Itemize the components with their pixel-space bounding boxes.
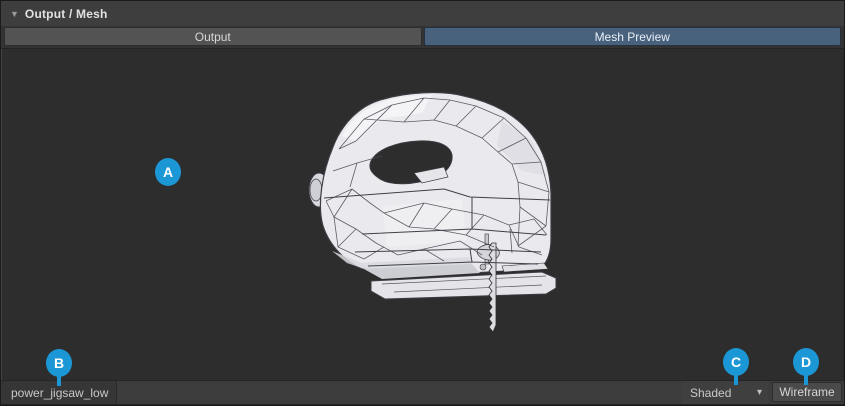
display-mode-value: Shaded (690, 386, 757, 400)
mesh-preview-viewport[interactable] (1, 49, 844, 380)
dropdown-arrow-icon: ▾ (757, 387, 762, 398)
jigsaw-mesh-render (302, 86, 562, 348)
wireframe-toggle-button[interactable]: Wireframe (772, 382, 842, 402)
foldout-triangle-icon[interactable]: ▼ (10, 10, 19, 19)
mesh-name-label: power_jigsaw_low (1, 381, 117, 404)
status-bar: power_jigsaw_low Shaded ▾ Wireframe (1, 380, 844, 404)
status-bar-spacer (117, 381, 682, 404)
panel-title: Output / Mesh (25, 7, 108, 21)
tab-output[interactable]: Output (4, 27, 422, 46)
panel-header[interactable]: ▼ Output / Mesh (1, 1, 844, 26)
display-mode-dropdown[interactable]: Shaded ▾ (682, 381, 768, 404)
tab-bar: Output Mesh Preview (1, 26, 844, 49)
output-mesh-panel: ▼ Output / Mesh Output Mesh Preview (0, 0, 845, 406)
tab-mesh-preview[interactable]: Mesh Preview (424, 27, 842, 46)
